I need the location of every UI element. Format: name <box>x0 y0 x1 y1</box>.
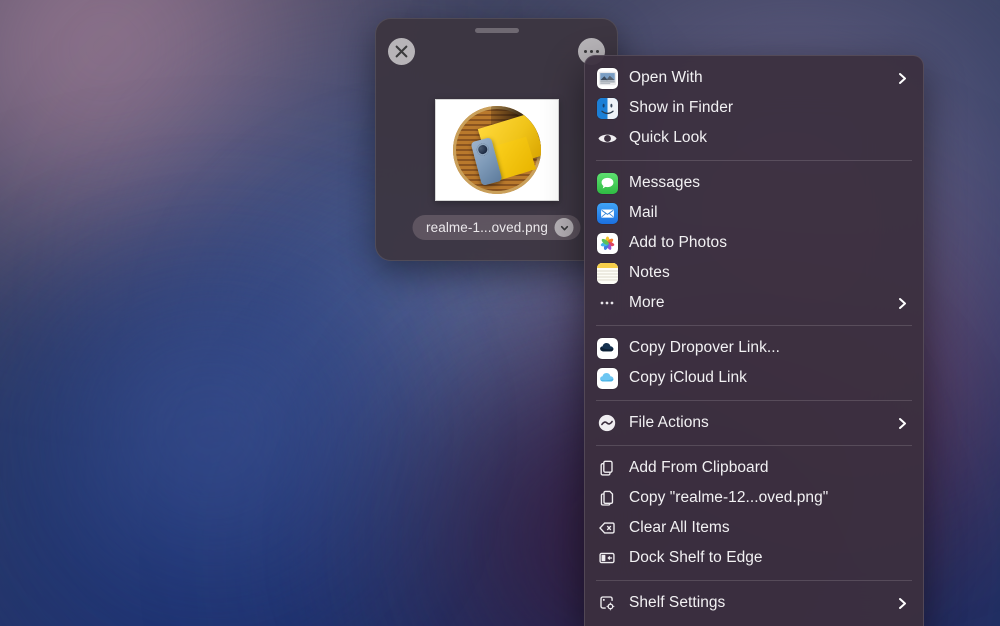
preview-app-icon <box>596 67 618 89</box>
clipboard-add-icon <box>596 457 618 479</box>
chevron-spacer <box>896 237 909 250</box>
menu-item-add-from-clipboard[interactable]: Add From Clipboard <box>585 453 923 483</box>
menu-item-label: More <box>629 294 885 312</box>
eye-icon <box>596 127 618 149</box>
menu-item-label: Shelf Settings <box>629 594 885 612</box>
menu-separator <box>596 445 912 446</box>
menu-item-messages[interactable]: Messages <box>585 168 923 198</box>
menu-item-label: Copy iCloud Link <box>629 369 885 387</box>
menu-item-label: Copy Dropover Link... <box>629 339 885 357</box>
menu-item-label: Show in Finder <box>629 99 885 117</box>
copy-docs-icon <box>596 487 618 509</box>
chevron-spacer <box>896 462 909 475</box>
chevron-spacer <box>896 552 909 565</box>
menu-separator <box>596 160 912 161</box>
close-button[interactable] <box>388 38 415 65</box>
menu-item-open-with[interactable]: Open With <box>585 63 923 93</box>
mail-app-icon <box>596 202 618 224</box>
menu-item-add-to-photos[interactable]: Add to Photos <box>585 228 923 258</box>
menu-item-copy-icloud-link[interactable]: Copy iCloud Link <box>585 363 923 393</box>
menu-item-label: Notes <box>629 264 885 282</box>
menu-separator <box>596 325 912 326</box>
file-thumbnail[interactable] <box>435 99 559 201</box>
finder-app-icon <box>596 97 618 119</box>
dropover-shelf-panel[interactable]: realme-1...oved.png <box>375 18 618 261</box>
menu-item-shelf-settings[interactable]: Shelf Settings <box>585 588 923 618</box>
menu-item-label: Add to Photos <box>629 234 885 252</box>
file-actions-icon <box>596 412 618 434</box>
chevron-spacer <box>896 372 909 385</box>
chevron-spacer <box>896 342 909 355</box>
icloud-icon <box>596 367 618 389</box>
menu-item-notes[interactable]: Notes <box>585 258 923 288</box>
chevron-spacer <box>896 177 909 190</box>
notes-app-icon <box>596 262 618 284</box>
menu-item-copy-dropover-link[interactable]: Copy Dropover Link... <box>585 333 923 363</box>
menu-item-clear-all-items[interactable]: Clear All Items <box>585 513 923 543</box>
menu-item-dock-shelf-to-edge[interactable]: Dock Shelf to Edge <box>585 543 923 573</box>
thumbnail-artwork <box>453 106 541 194</box>
menu-separator <box>596 400 912 401</box>
menu-item-label: File Actions <box>629 414 885 432</box>
menu-item-label: Messages <box>629 174 885 192</box>
chevron-spacer <box>896 267 909 280</box>
shelf-drag-handle[interactable] <box>475 28 519 33</box>
menu-item-label: Mail <box>629 204 885 222</box>
ellipsis-icon <box>596 292 618 314</box>
chevron-right-icon <box>896 417 909 430</box>
menu-item-quick-look[interactable]: Quick Look <box>585 123 923 153</box>
menu-item-file-actions[interactable]: File Actions <box>585 408 923 438</box>
messages-app-icon <box>596 172 618 194</box>
close-icon <box>395 45 408 58</box>
chevron-spacer <box>896 522 909 535</box>
filename-pill[interactable]: realme-1...oved.png <box>412 215 581 240</box>
menu-item-mail[interactable]: Mail <box>585 198 923 228</box>
delete-left-icon <box>596 517 618 539</box>
dock-to-edge-icon <box>596 547 618 569</box>
menu-item-label: Dock Shelf to Edge <box>629 549 885 567</box>
shelf-settings-icon <box>596 592 618 614</box>
menu-item-show-in-finder[interactable]: Show in Finder <box>585 93 923 123</box>
menu-item-copy-file[interactable]: Copy "realme-12...oved.png" <box>585 483 923 513</box>
menu-item-label: Copy "realme-12...oved.png" <box>629 489 885 507</box>
menu-item-more[interactable]: More <box>585 288 923 318</box>
chevron-right-icon <box>896 597 909 610</box>
shelf-context-menu[interactable]: Open With Show in Finder <box>584 55 924 626</box>
chevron-spacer <box>896 492 909 505</box>
chevron-spacer <box>896 132 909 145</box>
menu-item-label: Open With <box>629 69 885 87</box>
dropover-cloud-icon <box>596 337 618 359</box>
chevron-spacer <box>896 207 909 220</box>
filename-label: realme-1...oved.png <box>426 220 548 235</box>
menu-item-label: Add From Clipboard <box>629 459 885 477</box>
chevron-spacer <box>896 102 909 115</box>
chevron-down-icon[interactable] <box>555 218 574 237</box>
menu-separator <box>596 580 912 581</box>
photos-app-icon <box>596 232 618 254</box>
menu-item-label: Clear All Items <box>629 519 885 537</box>
ellipsis-icon <box>584 50 600 54</box>
chevron-right-icon <box>896 297 909 310</box>
chevron-right-icon <box>896 72 909 85</box>
menu-item-label: Quick Look <box>629 129 885 147</box>
